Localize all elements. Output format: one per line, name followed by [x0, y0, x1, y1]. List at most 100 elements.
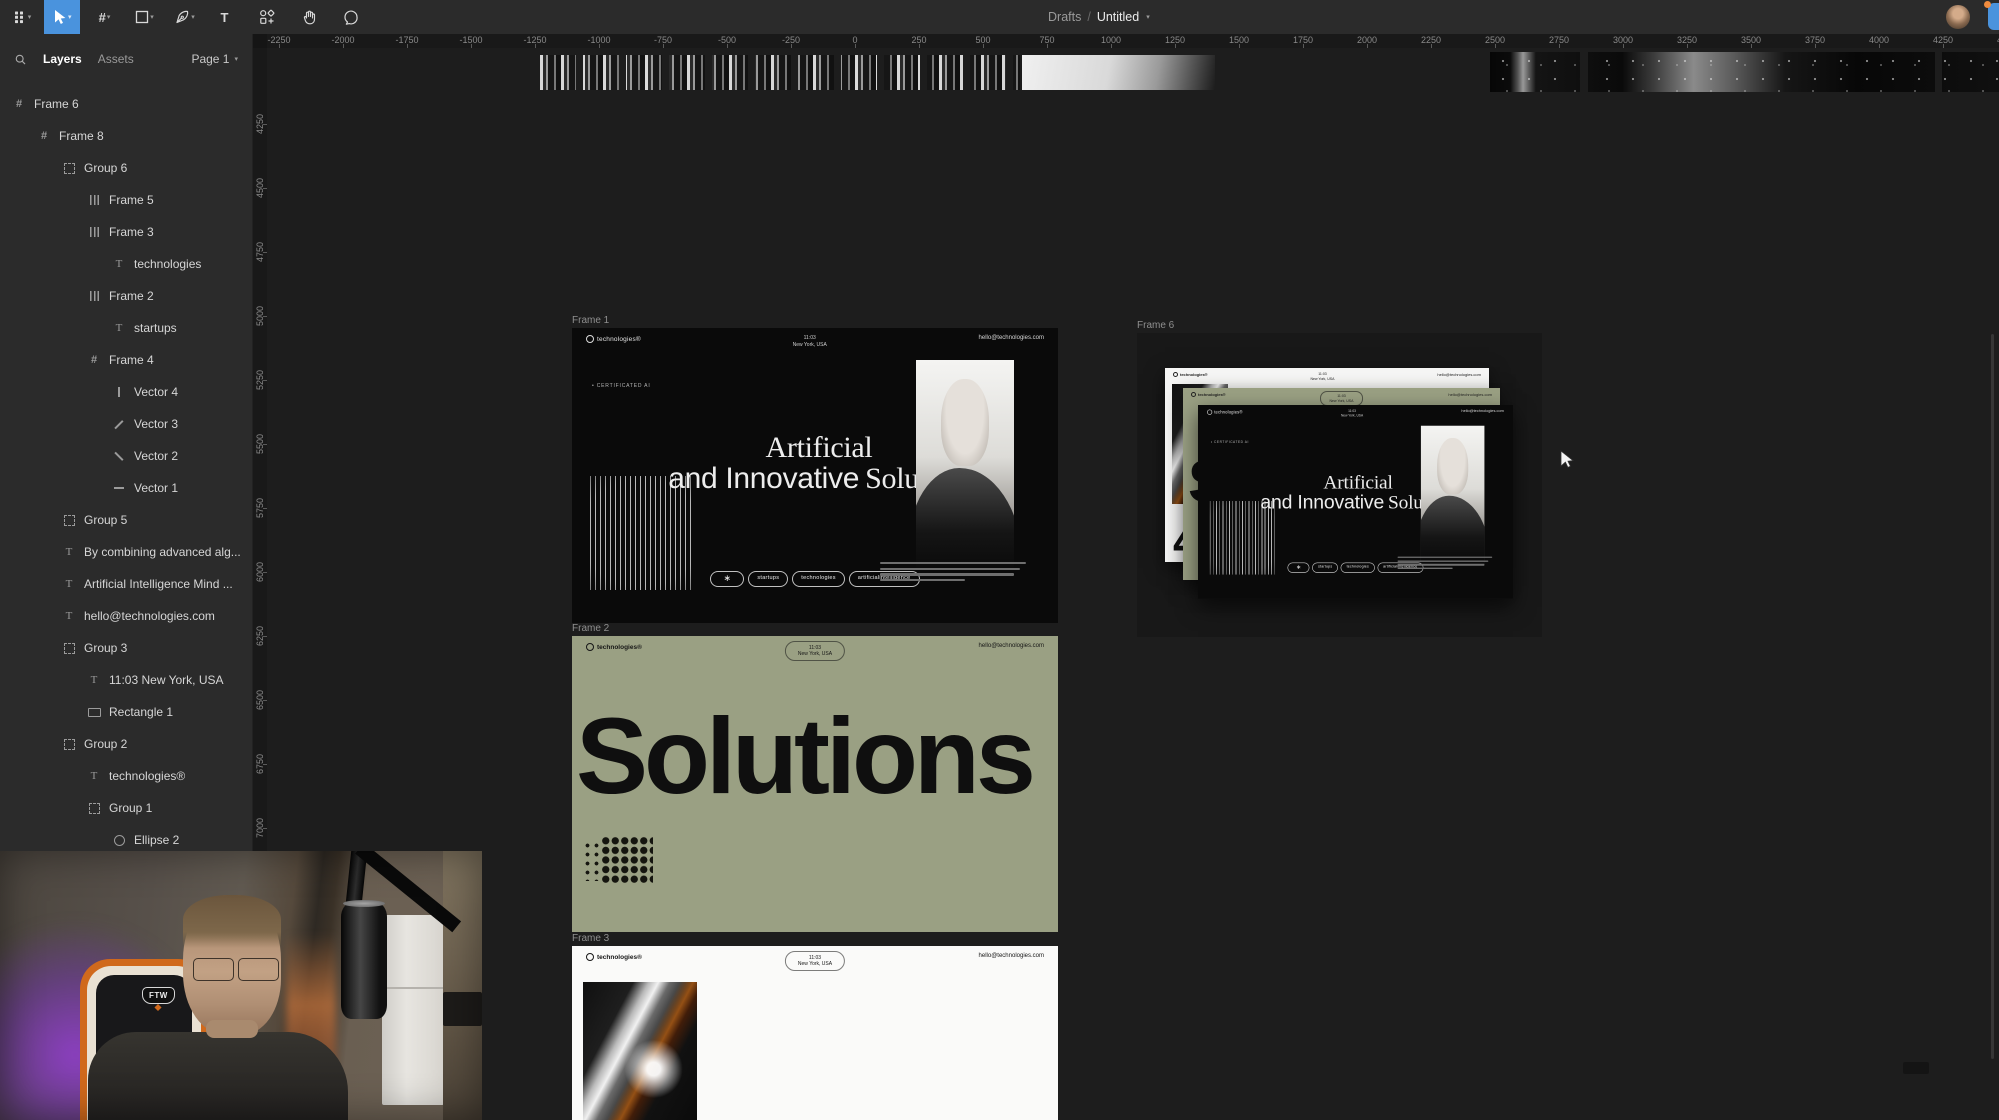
hero-time-block: 11:03 New York, USA — [793, 335, 827, 348]
pen-tool-button[interactable]: ▾ — [170, 0, 200, 34]
frame-1-artboard[interactable]: technologies® 11:03 New York, USA hello@… — [572, 328, 1058, 623]
chevron-down-icon[interactable]: ▾ — [1146, 13, 1150, 21]
technologies-logo-icon — [586, 953, 594, 961]
layer-row[interactable]: 11:03 New York, USA — [0, 664, 252, 696]
canvas-scrollbar[interactable] — [1991, 334, 1994, 1059]
frame-tool-button[interactable]: # ▾ — [90, 0, 120, 34]
vignette — [0, 851, 482, 1120]
ruler-tick — [263, 444, 267, 445]
text-tool-button[interactable]: T — [210, 0, 240, 34]
layer-row[interactable]: technologies — [0, 248, 252, 280]
frame-6-artboard[interactable]: technologies® 11:03New York, USA hello@t… — [1137, 333, 1542, 637]
user-avatar[interactable] — [1946, 5, 1970, 29]
hero-time-block: 11:03 New York, USA — [1341, 410, 1363, 418]
toolbar: ▾ ▾ # ▾ ▾ ▾ T — [0, 0, 1999, 34]
page-brand: technologies® — [586, 643, 642, 651]
frame-2-label[interactable]: Frame 2 — [572, 623, 609, 634]
ruler-tick — [263, 316, 267, 317]
layer-type-icon — [112, 385, 126, 399]
resources-tool-button[interactable] — [252, 0, 282, 34]
comment-bubble-icon — [343, 9, 359, 25]
ai-hero-page[interactable]: technologies® 11:03 New York, USA hello@… — [1198, 405, 1513, 599]
layer-row[interactable]: By combining advanced alg... — [0, 536, 252, 568]
layer-row[interactable]: hello@technologies.com — [0, 600, 252, 632]
layer-row[interactable]: Rectangle 1 — [0, 696, 252, 728]
layer-row[interactable]: Frame 6 — [0, 88, 252, 120]
page-selector[interactable]: Page 1 ▾ — [191, 52, 238, 66]
layer-label: Group 6 — [84, 161, 127, 175]
hero-header: technologies® 11:03 New York, USA hello@… — [1207, 410, 1504, 418]
layer-row[interactable]: startups — [0, 312, 252, 344]
location-text: New York, USA — [793, 342, 827, 349]
chevron-down-icon: ▾ — [68, 13, 72, 21]
hero-brand: technologies® — [586, 335, 641, 343]
layer-type-icon — [62, 609, 76, 623]
comment-tool-button[interactable] — [336, 0, 366, 34]
portrait-head — [941, 379, 988, 465]
chevron-down-icon: ▾ — [107, 13, 111, 21]
ruler-tick — [791, 44, 792, 48]
page-email: hello@technologies.com — [979, 643, 1044, 649]
frame-3-artboard[interactable]: technologies® 11:03New York, USA hello@t… — [572, 946, 1058, 1120]
barcode-texture-object[interactable] — [540, 55, 1020, 90]
certificated-label: • CERTIFICATED AI — [1211, 441, 1249, 445]
pill-technologies: technologies — [1341, 562, 1375, 572]
layer-row[interactable]: Group 2 — [0, 728, 252, 760]
breadcrumb-folder[interactable]: Drafts — [1048, 10, 1081, 24]
layer-row[interactable]: Vector 4 — [0, 376, 252, 408]
frame-3-label[interactable]: Frame 3 — [572, 933, 609, 944]
dark-dots-texture-object[interactable] — [1490, 52, 1999, 92]
layer-row[interactable]: Group 1 — [0, 792, 252, 824]
mini-brand: technologies® — [1191, 392, 1226, 397]
layer-row[interactable]: Frame 3 — [0, 216, 252, 248]
layer-type-icon — [87, 705, 101, 719]
layer-row[interactable]: Group 5 — [0, 504, 252, 536]
ruler-tick — [1751, 44, 1752, 48]
ruler-tick — [1175, 44, 1176, 48]
tab-assets[interactable]: Assets — [98, 52, 134, 66]
layer-row[interactable]: Vector 2 — [0, 440, 252, 472]
hand-tool-button[interactable] — [294, 0, 324, 34]
layer-type-icon — [87, 353, 101, 367]
layer-label: Artificial Intelligence Mind ... — [84, 577, 233, 591]
layer-label: Group 1 — [109, 801, 152, 815]
shape-tool-button[interactable]: ▾ — [130, 0, 160, 34]
ruler-label: 4500 — [1977, 35, 1999, 45]
layer-row[interactable]: Vector 1 — [0, 472, 252, 504]
frame-2-artboard[interactable]: technologies® 11:03New York, USA hello@t… — [572, 636, 1058, 932]
technologies-logo-icon — [586, 335, 594, 343]
layer-row[interactable]: Artificial Intelligence Mind ... — [0, 568, 252, 600]
layer-row[interactable]: Group 3 — [0, 632, 252, 664]
layer-type-icon — [87, 769, 101, 783]
layer-row[interactable]: technologies® — [0, 760, 252, 792]
frame-6-label[interactable]: Frame 6 — [1137, 320, 1174, 331]
mini-brand: technologies® — [1173, 372, 1208, 377]
breadcrumb-filename[interactable]: Untitled — [1097, 10, 1139, 24]
ruler-tick — [855, 44, 856, 48]
search-icon[interactable] — [14, 53, 27, 66]
layer-row[interactable]: Frame 8 — [0, 120, 252, 152]
canvas[interactable]: -2250-2000-1750-1500-1250-1000-750-500-2… — [253, 34, 1999, 1120]
ruler-tick — [1239, 44, 1240, 48]
layer-row[interactable]: Frame 5 — [0, 184, 252, 216]
main-menu-icon — [11, 9, 27, 25]
move-tool-button[interactable]: ▾ — [44, 0, 80, 34]
chrome-photo — [583, 982, 697, 1120]
stacked-page-dark: technologies® 11:03 New York, USA hello@… — [1198, 405, 1513, 599]
page-selector-label: Page 1 — [191, 52, 229, 66]
layer-type-icon — [112, 449, 126, 463]
mini-email: hello@technologies.com — [1437, 372, 1481, 377]
layer-row[interactable]: Vector 3 — [0, 408, 252, 440]
main-menu-button[interactable]: ▾ — [6, 0, 36, 34]
gradient-texture-object[interactable] — [1022, 55, 1215, 90]
layer-row[interactable]: Group 6 — [0, 152, 252, 184]
layer-row[interactable]: Frame 4 — [0, 344, 252, 376]
ai-hero-page[interactable]: technologies® 11:03 New York, USA hello@… — [572, 328, 1058, 623]
tab-layers[interactable]: Layers — [43, 52, 82, 66]
layer-row[interactable]: Frame 2 — [0, 280, 252, 312]
pill-technologies: technologies — [792, 571, 844, 587]
breadcrumb[interactable]: Drafts / Untitled ▾ — [1048, 0, 1150, 34]
layer-list: Frame 6 Frame 8 Group 6 Frame 5 Frame 3 … — [0, 84, 252, 856]
page-brand: technologies® — [586, 953, 642, 961]
frame-1-label[interactable]: Frame 1 — [572, 315, 609, 326]
